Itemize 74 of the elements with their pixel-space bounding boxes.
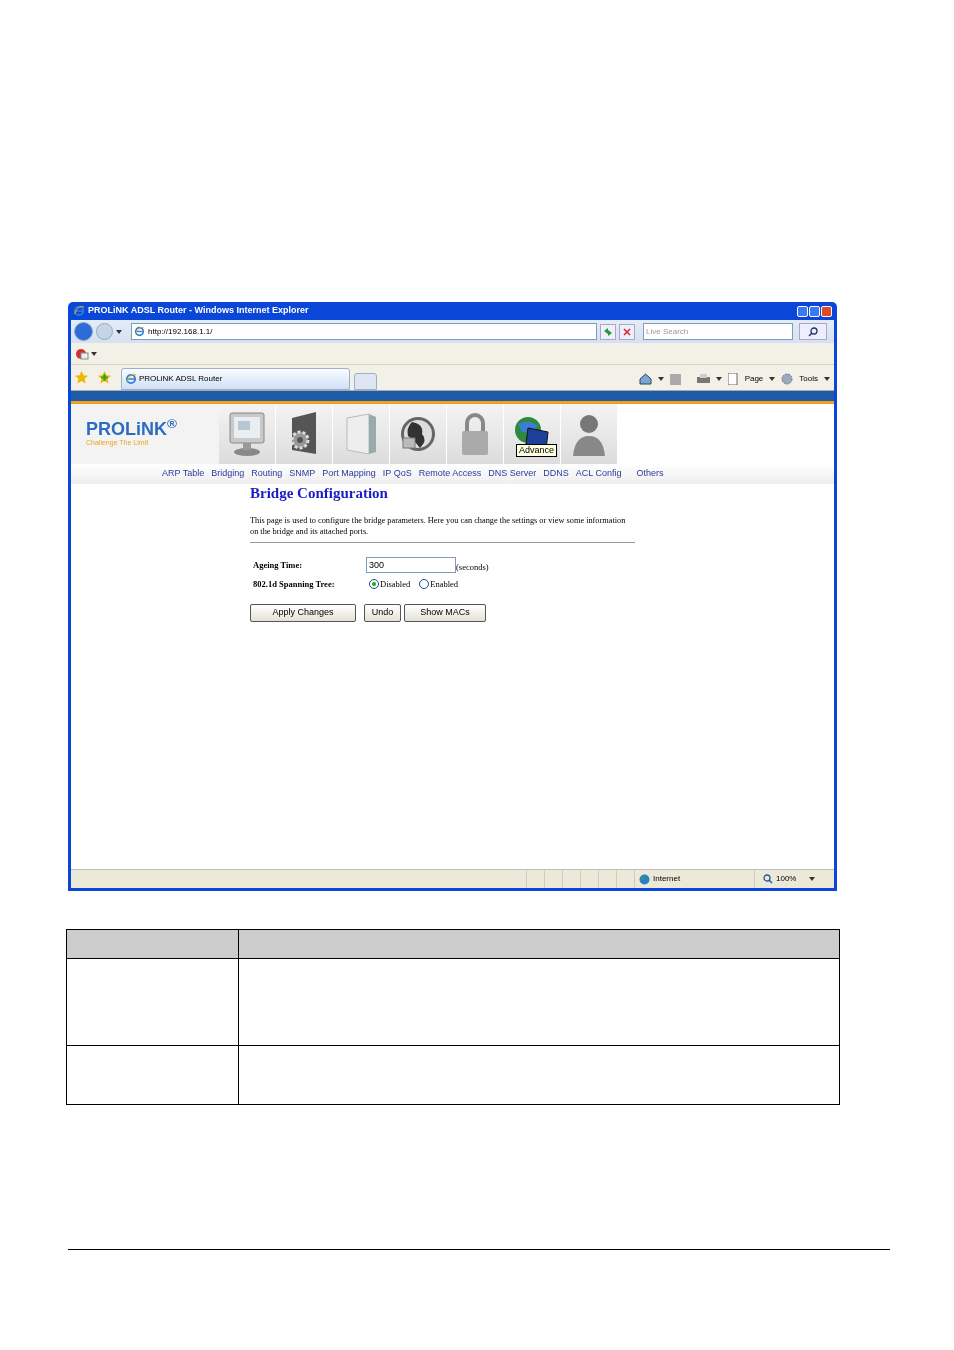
refresh-icon: [603, 326, 613, 337]
nav-link[interactable]: ARP Table: [162, 467, 205, 481]
browser-icon: [73, 305, 85, 317]
favorites-star-icon[interactable]: [75, 371, 88, 384]
menu-tile[interactable]: [390, 404, 447, 464]
add-favorite-icon[interactable]: [98, 371, 111, 384]
radio-option[interactable]: Disabled: [369, 577, 411, 591]
zoom-level[interactable]: 100%: [776, 873, 797, 885]
field-label: 802.1d Spanning Tree:: [252, 577, 336, 591]
nav-link[interactable]: ACL Config: [575, 467, 622, 481]
printer-icon[interactable]: [696, 373, 710, 385]
menu-tile[interactable]: [276, 404, 333, 464]
nav-link[interactable]: SNMP: [289, 467, 316, 481]
menu-tile[interactable]: [333, 404, 390, 464]
menu-tile[interactable]: [561, 404, 618, 464]
browser-tab[interactable]: PROLiNK ADSL Router: [121, 368, 350, 390]
security-zone: Internet: [653, 873, 681, 885]
close-button[interactable]: [821, 305, 832, 317]
minimize-button[interactable]: [797, 305, 808, 317]
caret-icon: [116, 329, 122, 334]
radio-button[interactable]: [419, 579, 430, 590]
back-button[interactable]: [74, 322, 93, 341]
unit-label: (seconds): [456, 561, 489, 574]
nav-link[interactable]: IP QoS: [382, 467, 412, 481]
form-button[interactable]: Undo: [364, 603, 401, 622]
caret-icon: [715, 377, 722, 381]
menu-tile[interactable]: Advance: [504, 404, 561, 464]
caret-icon: [769, 377, 776, 381]
nav-link[interactable]: Others: [636, 467, 664, 481]
toolbar-icon[interactable]: [75, 347, 89, 360]
refresh-button[interactable]: [600, 323, 616, 340]
page-icon: [727, 373, 739, 385]
tools-menu[interactable]: Tools: [799, 373, 818, 385]
maximize-button[interactable]: [809, 305, 820, 317]
gear-icon: [781, 373, 794, 385]
address-field[interactable]: http://192.168.1.1/: [131, 323, 597, 340]
stop-button[interactable]: [619, 323, 635, 340]
window-title: PROLiNK ADSL Router - Windows Internet Explorer: [88, 304, 309, 318]
lock-icon: [459, 411, 491, 457]
nav-link[interactable]: DNS Server: [488, 467, 537, 481]
page-description: This page is used to configure the bridge parameters. Here you can change the settings or view some information on the bridge and its attached ports.: [250, 515, 635, 543]
menu-tile[interactable]: [219, 404, 276, 464]
radio-button[interactable]: [369, 579, 379, 590]
form-button[interactable]: Apply Changes: [250, 603, 356, 622]
server-icon: [343, 410, 379, 458]
search-icon: [808, 326, 818, 337]
caret-icon: [657, 377, 664, 381]
browser-icon: [134, 326, 145, 337]
nav-link[interactable]: DDNS: [543, 467, 569, 481]
caret-icon: [809, 877, 816, 881]
globe-icon: [398, 414, 438, 454]
caret-icon: [824, 377, 830, 381]
nav-link[interactable]: Port Mapping: [322, 467, 376, 481]
radio-option[interactable]: Enabled: [419, 577, 459, 591]
zoom-icon[interactable]: [763, 874, 773, 884]
page-menu[interactable]: Page: [744, 373, 764, 385]
menu-tile[interactable]: [447, 404, 504, 464]
form-button[interactable]: Show MACs: [404, 603, 486, 622]
nav-link[interactable]: Routing: [251, 467, 283, 481]
tooltip: Advance: [516, 444, 558, 457]
monitor-icon: [227, 410, 267, 458]
search-button[interactable]: [799, 323, 827, 340]
nav-link[interactable]: Bridging: [211, 467, 245, 481]
logo: PROLiNK$^{®}$: [86, 419, 178, 438]
globe-icon: [639, 873, 650, 885]
home-icon[interactable]: [638, 373, 652, 385]
ageing-time-field[interactable]: 300: [366, 557, 456, 574]
stop-icon: [623, 327, 631, 336]
nav-link[interactable]: Remote Access: [418, 467, 482, 481]
field-label: Ageing Time:: [252, 559, 304, 572]
page-heading: Bridge Configuration: [250, 484, 389, 502]
caret-icon: [91, 351, 97, 356]
browser-icon: [125, 373, 137, 385]
search-field[interactable]: Live Search: [643, 323, 793, 340]
